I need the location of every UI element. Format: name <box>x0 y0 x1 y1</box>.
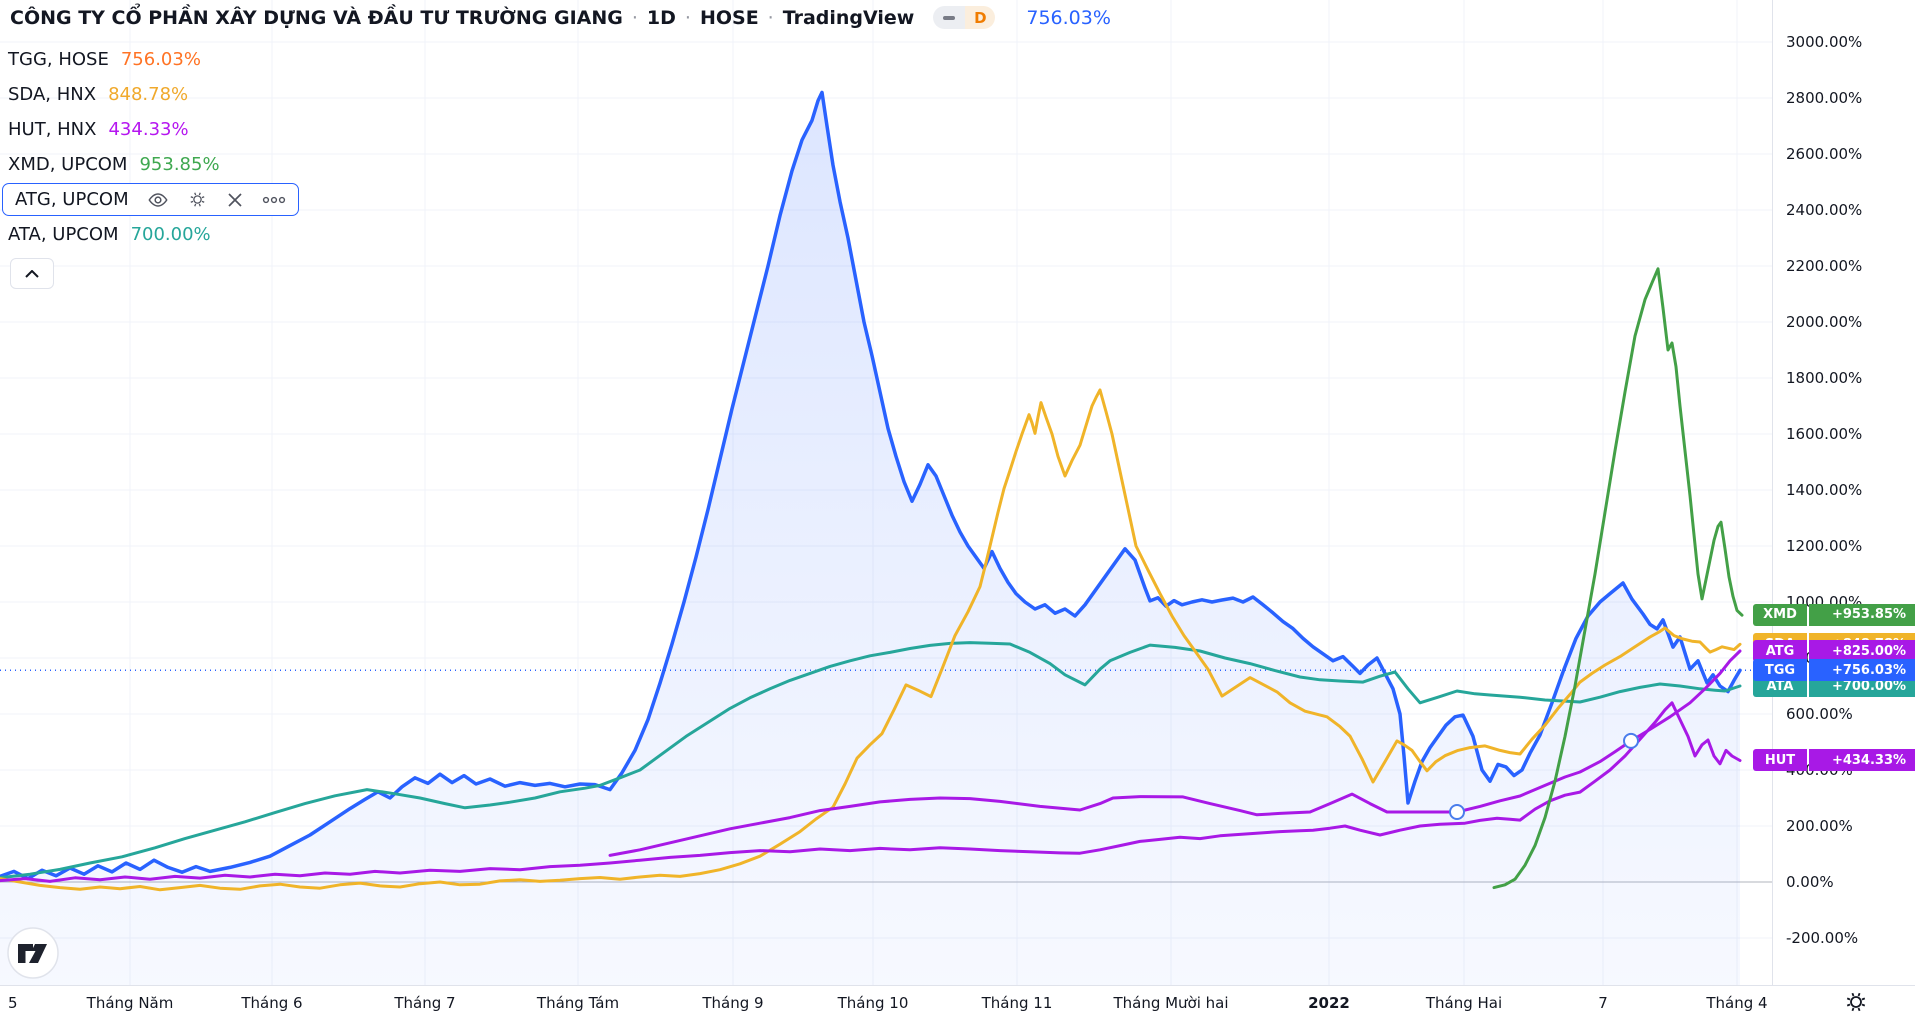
more-options-icon[interactable] <box>262 195 286 205</box>
y-axis-label: 1200.00% <box>1786 537 1862 555</box>
x-axis-label[interactable]: Tháng 11 <box>937 994 1097 1012</box>
y-axis-label: 2000.00% <box>1786 313 1862 331</box>
price-scale[interactable]: 3000.00% 2800.00% 2600.00% 2400.00% 2200.00%… <box>1772 0 1915 985</box>
legend-symbol-label: ATG, UPCOM <box>15 189 129 210</box>
interval-label[interactable]: 1D <box>647 7 676 29</box>
eye-icon[interactable] <box>147 189 169 211</box>
separator-dot: · <box>768 7 774 29</box>
tradingview-chart-app: CÔNG TY CỔ PHẦN XÂY DỰNG VÀ ĐẦU TƯ TRƯỜN… <box>0 0 1915 1021</box>
legend-panel: TGG, HOSE 756.03% SDA, HNX 848.78% HUT, HNX 4… <box>8 42 299 252</box>
y-axis-label: 1600.00% <box>1786 425 1862 443</box>
x-axis-label[interactable]: Tháng Tám <box>498 994 658 1012</box>
legend-row-wrap: XMD, UPCOM 953.85% <box>8 147 299 182</box>
change-percent: 756.03% <box>1026 7 1111 29</box>
legend-row-xmd[interactable]: XMD, UPCOM 953.85% <box>8 147 220 182</box>
x-axis-label[interactable]: Tháng 7 <box>345 994 505 1012</box>
y-axis-label: 1400.00% <box>1786 481 1862 499</box>
legend-row-tgg[interactable]: TGG, HOSE 756.03% <box>8 42 201 77</box>
legend-value-label: 700.00% <box>131 224 211 245</box>
legend-row-wrap: ATA, UPCOM 700.00% <box>8 217 299 252</box>
x-axis-label[interactable]: Tháng 10 <box>793 994 953 1012</box>
x-axis-label[interactable]: Tháng 6 <box>192 994 352 1012</box>
legend-symbol-label: XMD, UPCOM <box>8 154 127 175</box>
x-axis-label[interactable]: Tháng 9 <box>653 994 813 1012</box>
close-icon[interactable] <box>226 191 244 209</box>
y-axis-label: 1800.00% <box>1786 369 1862 387</box>
legend-value-label: 756.03% <box>121 49 201 70</box>
legend-symbol-label: TGG, HOSE <box>8 49 109 70</box>
legend-row-wrap: ATG, UPCOM <box>8 182 299 217</box>
symbol-title[interactable]: CÔNG TY CỔ PHẦN XÂY DỰNG VÀ ĐẦU TƯ TRƯỜN… <box>10 7 623 29</box>
legend-row-wrap: SDA, HNX 848.78% <box>8 77 299 112</box>
x-axis-label[interactable]: Tháng Mười hai <box>1091 994 1251 1012</box>
x-axis-label[interactable]: 5 <box>8 994 18 1012</box>
legend-value-label: 848.78% <box>108 84 188 105</box>
y-axis-label: 200.00% <box>1786 817 1853 835</box>
legend-row-wrap: TGG, HOSE 756.03% <box>8 42 299 77</box>
y-axis-label: 400.00% <box>1786 761 1853 779</box>
y-axis-label: 2800.00% <box>1786 89 1862 107</box>
time-scale[interactable]: 5 Tháng NămTháng 6Tháng 7Tháng TámTháng 9… <box>0 985 1915 1021</box>
interval-badge[interactable]: D <box>933 6 995 29</box>
y-axis-label: 3000.00% <box>1786 33 1862 51</box>
separator-dot: · <box>632 7 638 29</box>
x-axis-label[interactable]: Tháng Năm <box>50 994 210 1012</box>
y-axis-label: -200.00% <box>1786 929 1858 947</box>
legend-row-hut[interactable]: HUT, HNX 434.33% <box>8 112 189 147</box>
y-axis-label: 0.00% <box>1786 873 1834 891</box>
legend-row-atg[interactable]: ATG, UPCOM <box>2 183 299 216</box>
legend-collapse-button[interactable] <box>10 258 54 289</box>
legend-value-label: 953.85% <box>139 154 219 175</box>
x-axis-label[interactable]: Tháng 4 <box>1657 994 1817 1012</box>
scale-settings-gear-icon[interactable] <box>1843 989 1869 1019</box>
y-axis-label: 2600.00% <box>1786 145 1862 163</box>
legend-row-sda[interactable]: SDA, HNX 848.78% <box>8 77 188 112</box>
y-axis-label: 2400.00% <box>1786 201 1862 219</box>
separator-dot: · <box>685 7 691 29</box>
legend-row-ata[interactable]: ATA, UPCOM 700.00% <box>8 217 211 252</box>
y-axis-label: 1000.00% <box>1786 593 1862 611</box>
minus-icon[interactable] <box>933 6 965 29</box>
y-axis-label: 800.00% <box>1786 649 1853 667</box>
legend-symbol-label: SDA, HNX <box>8 84 96 105</box>
exchange-label: HOSE <box>700 7 759 29</box>
legend-symbol-label: HUT, HNX <box>8 119 96 140</box>
y-axis-label: 600.00% <box>1786 705 1853 723</box>
gear-icon[interactable] <box>187 189 208 210</box>
legend-value-label: 434.33% <box>108 119 188 140</box>
chart-header: CÔNG TY CỔ PHẦN XÂY DỰNG VÀ ĐẦU TƯ TRƯỜN… <box>10 6 1111 29</box>
interval-letter[interactable]: D <box>965 6 995 29</box>
legend-row-wrap: HUT, HNX 434.33% <box>8 112 299 147</box>
x-axis-label[interactable]: Tháng Hai <box>1384 994 1544 1012</box>
data-point-marker <box>1624 734 1638 748</box>
y-axis-label: 2200.00% <box>1786 257 1862 275</box>
chevron-up-icon <box>25 270 39 278</box>
legend-symbol-label: ATA, UPCOM <box>8 224 119 245</box>
platform-label[interactable]: TradingView <box>783 7 915 29</box>
data-point-marker <box>1450 805 1464 819</box>
tradingview-logo[interactable] <box>7 927 59 983</box>
